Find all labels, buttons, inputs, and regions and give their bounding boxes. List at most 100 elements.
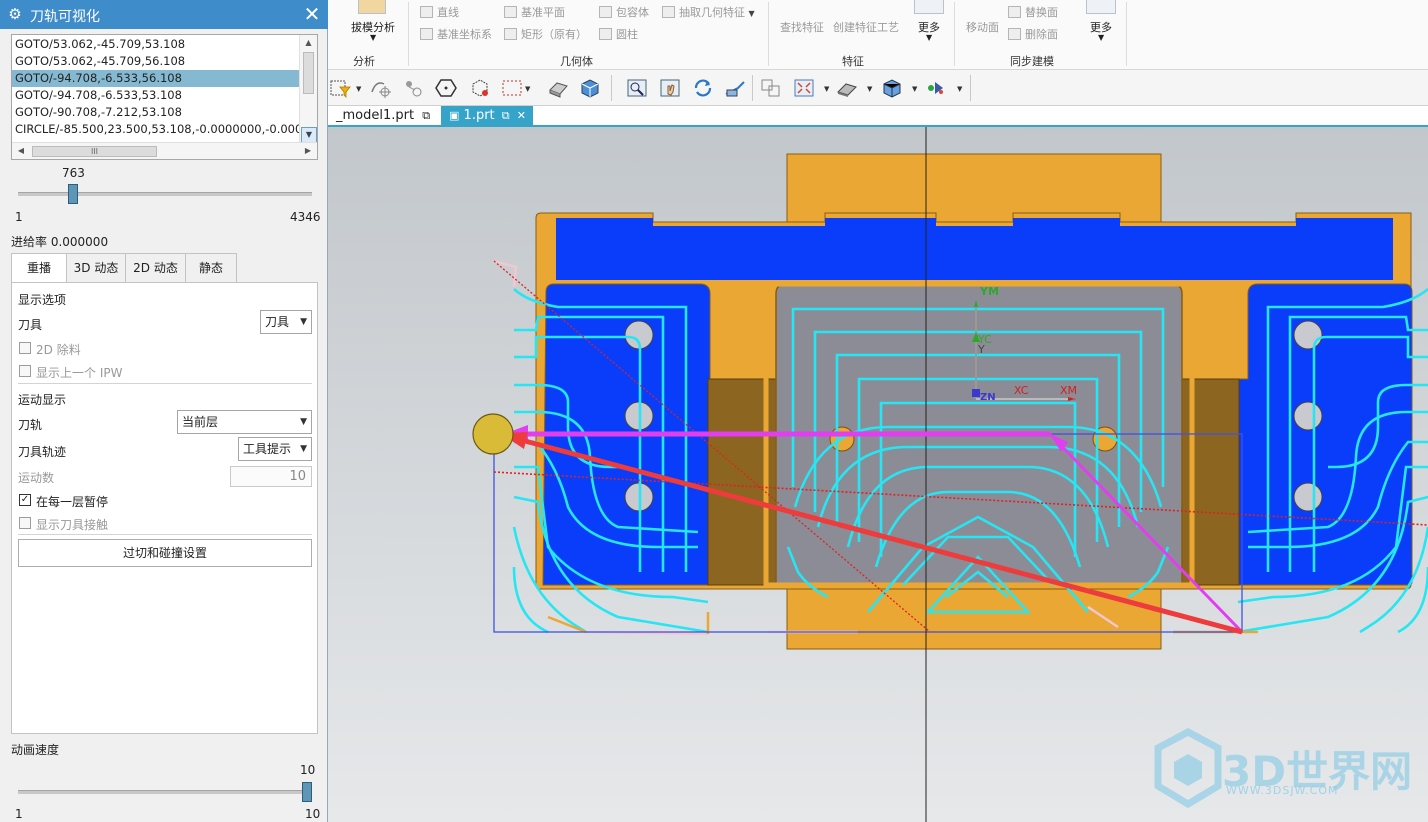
show-tool-contact-label: 显示刀具接触 <box>36 518 109 532</box>
show-prev-ipw-checkbox[interactable] <box>19 365 31 377</box>
anim-speed-label: 动画速度 <box>11 743 60 757</box>
gouge-collision-settings-button[interactable]: 过切和碰撞设置 <box>18 539 312 567</box>
show-tool-contact-checkbox[interactable] <box>19 517 31 529</box>
scroll-up-icon[interactable]: ▲ <box>300 35 317 51</box>
vertical-scroll-thumb[interactable] <box>303 52 314 94</box>
zoom-fit-icon[interactable] <box>626 78 648 98</box>
anim-speed-min: 1 <box>15 807 23 821</box>
anim-speed-track[interactable] <box>18 790 312 794</box>
close-icon[interactable]: ✕ <box>302 3 322 25</box>
filter-icon[interactable] <box>330 78 352 98</box>
pause-each-layer-checkbox[interactable]: ✓ <box>19 494 31 506</box>
motion-count-field[interactable]: 10 <box>230 466 312 487</box>
frame-slider-thumb[interactable] <box>67 184 78 204</box>
hole <box>1293 401 1323 431</box>
line-button[interactable]: 直线 <box>420 4 459 20</box>
fit-view-icon[interactable] <box>793 78 815 98</box>
tab-model1-prt[interactable]: _model1.prt ⧉ <box>328 106 440 127</box>
display-options-header: 显示选项 <box>18 293 67 307</box>
graphics-viewport[interactable]: YM YC Y ZN XC XM <box>328 127 1428 822</box>
snap-node-icon[interactable] <box>403 78 425 98</box>
motion-count-label: 运动数 <box>18 471 55 485</box>
scroll-down-icon[interactable]: ▼ <box>301 127 317 143</box>
rendering-style-icon[interactable] <box>836 78 858 98</box>
list-item[interactable]: CIRCLE/-85.500,23.500,53.108,-0.0000000,… <box>12 121 299 138</box>
tab-1-prt[interactable]: ▣ 1.prt ⧉ ✕ <box>441 106 533 127</box>
pan-icon[interactable] <box>659 78 681 98</box>
popout-icon[interactable]: ⧉ <box>502 109 510 122</box>
selection-toolbar: ▼ ▼ ▼ ▼ ▼ ▼ <box>328 70 1428 106</box>
left-step <box>707 378 787 586</box>
draft-analysis-icon <box>358 0 386 14</box>
datum-plane-button[interactable]: 基准平面 <box>504 4 565 20</box>
move-face-button[interactable]: 移动面 <box>966 19 999 35</box>
find-feature-button[interactable]: 查找特征 <box>780 19 824 35</box>
shaded-cube-icon[interactable] <box>881 78 903 98</box>
group-divider <box>768 2 769 66</box>
chevron-down-icon[interactable]: ▼ <box>356 85 361 93</box>
chevron-down-icon[interactable]: ▼ <box>370 33 376 42</box>
3d-select-icon[interactable] <box>469 78 491 98</box>
chevron-down-icon[interactable]: ▼ <box>926 33 932 42</box>
ribbon: 拔模分析 ▼ 分析 直线 基准坐标系 基准平面 矩形（原有） 包容体 圆柱 抽取… <box>328 0 1428 70</box>
rectangle-select-icon[interactable] <box>501 78 523 98</box>
chevron-down-icon[interactable]: ▼ <box>824 85 829 93</box>
replace-face-button[interactable]: 替换面 <box>1008 4 1058 20</box>
close-icon[interactable]: ✕ <box>517 109 526 122</box>
tab-label: 1.prt <box>463 108 495 123</box>
extract-geometry-label: 抽取几何特征 <box>679 6 745 19</box>
tab-2d-dynamic[interactable]: 2D 动态 <box>125 253 186 283</box>
path-label: 刀轨 <box>18 418 43 432</box>
create-feature-process-button[interactable]: 创建特征工艺 <box>833 19 899 35</box>
chevron-down-icon[interactable]: ▼ <box>525 85 530 93</box>
bounding-body-button[interactable]: 包容体 <box>599 4 649 20</box>
tab-3d-dynamic[interactable]: 3D 动态 <box>66 253 126 283</box>
list-item[interactable]: GOTO/53.062,-45.709,56.108 <box>12 53 299 70</box>
trace-label: 刀具轨迹 <box>18 445 67 459</box>
list-item[interactable]: GOTO/-90.708,-7.212,53.108 <box>12 104 299 121</box>
feature-group-label: 特征 <box>842 55 864 68</box>
cylinder-button[interactable]: 圆柱 <box>599 26 638 42</box>
perspective-icon[interactable] <box>724 78 746 98</box>
rotate-icon[interactable] <box>692 78 714 98</box>
more-features-icon <box>914 0 944 14</box>
remove-2d-checkbox[interactable] <box>19 342 31 354</box>
extract-geometry-button[interactable]: 抽取几何特征 ▼ <box>662 4 755 20</box>
hexagon-icon[interactable] <box>435 78 457 98</box>
path-dropdown-value: 当前层 <box>182 415 219 429</box>
group-divider <box>1126 2 1127 66</box>
solid-body-icon[interactable] <box>547 78 569 98</box>
tool-dropdown[interactable]: 刀具 ▼ <box>260 310 312 334</box>
frame-slider-track[interactable] <box>18 192 312 196</box>
tab-replay[interactable]: 重播 <box>11 253 67 284</box>
horizontal-scroll-thumb[interactable]: III <box>32 146 157 157</box>
visibility-icon[interactable] <box>925 78 947 98</box>
chevron-down-icon[interactable]: ▼ <box>867 85 872 93</box>
anim-speed-thumb[interactable] <box>302 782 312 802</box>
list-horizontal-scrollbar[interactable]: ◀ III ▶ <box>12 142 317 159</box>
shaded-body-icon[interactable] <box>579 78 601 98</box>
popout-icon[interactable]: ⧉ <box>422 109 430 122</box>
tab-static[interactable]: 静态 <box>185 253 237 283</box>
chevron-down-icon[interactable]: ▼ <box>1098 33 1104 42</box>
rectangle-button[interactable]: 矩形（原有） <box>504 26 587 42</box>
path-dropdown[interactable]: 当前层 ▼ <box>177 410 312 434</box>
trace-dropdown[interactable]: 工具提示 ▼ <box>238 437 312 461</box>
scroll-left-icon[interactable]: ◀ <box>14 143 28 159</box>
toolbar-divider <box>752 75 753 101</box>
datum-csys-button[interactable]: 基准坐标系 <box>420 26 492 42</box>
list-item-selected[interactable]: GOTO/-94.708,-6.533,56.108 <box>12 70 299 87</box>
frame-slider-min: 1 <box>15 210 23 224</box>
chevron-down-icon[interactable]: ▼ <box>912 85 917 93</box>
list-vertical-scrollbar[interactable]: ▲ ▼ <box>299 35 317 143</box>
list-item[interactable]: GOTO/53.062,-45.709,53.108 <box>12 36 299 53</box>
orient-view-icon[interactable] <box>760 78 782 98</box>
toolpath-statement-list[interactable]: GOTO/53.062,-45.709,53.108 GOTO/53.062,-… <box>11 34 318 160</box>
snap-point-icon[interactable] <box>370 78 392 98</box>
gear-icon[interactable]: ⚙ <box>6 5 24 23</box>
bounding-body-label: 包容体 <box>616 6 649 19</box>
scroll-right-icon[interactable]: ▶ <box>301 143 315 159</box>
delete-face-button[interactable]: 删除面 <box>1008 26 1058 42</box>
list-item[interactable]: GOTO/-94.708,-6.533,53.108 <box>12 87 299 104</box>
chevron-down-icon[interactable]: ▼ <box>957 85 962 93</box>
